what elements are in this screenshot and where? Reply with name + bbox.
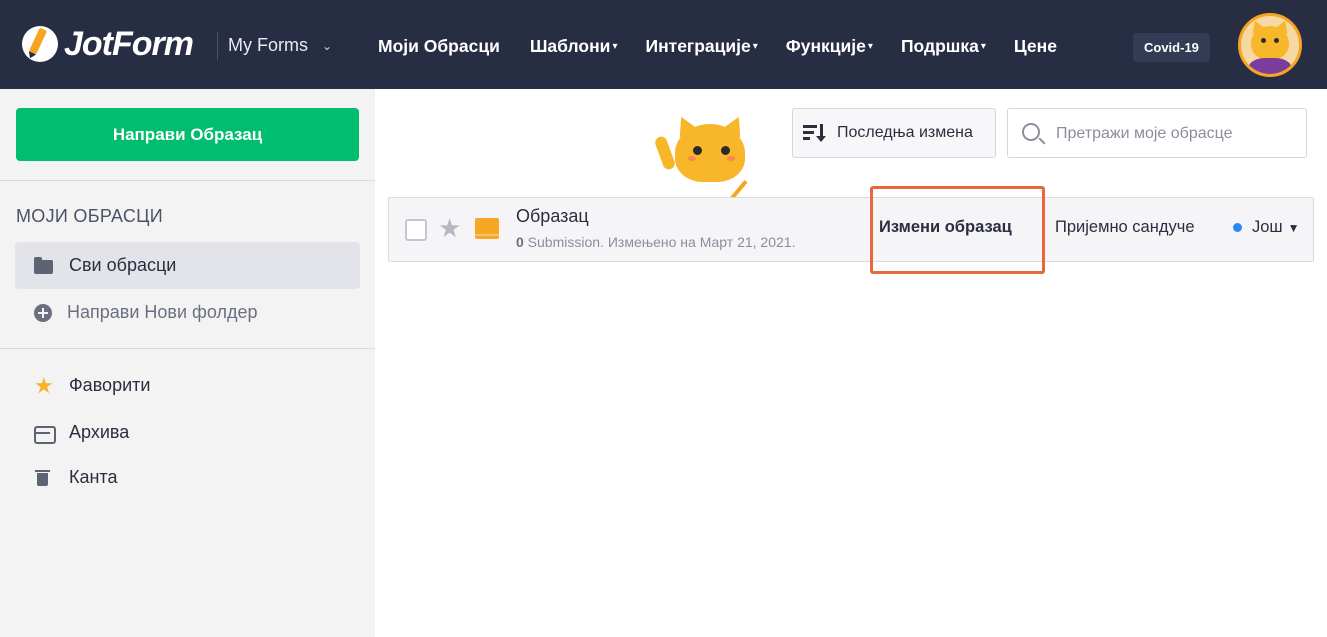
more-label: Још	[1252, 218, 1283, 236]
form-meta-text: Submission. Измењено на Март 21, 2021.	[523, 234, 796, 250]
plus-circle-icon	[34, 303, 52, 322]
sort-label: Последња измена	[837, 124, 973, 141]
sidebar-divider	[0, 348, 375, 349]
sidebar-item-label: Сви обрасци	[69, 255, 177, 275]
edit-button-highlight	[870, 186, 1045, 274]
sidebar-section-title: МОЈИ ОБРАСЦИ	[16, 206, 164, 226]
nav-item-templates[interactable]: Шаблони ▾	[530, 36, 618, 57]
nav-item-support[interactable]: Подршка ▾	[901, 36, 986, 57]
sidebar-item-new-folder[interactable]: Направи Нови фолдер	[15, 289, 360, 336]
caret-down-icon: ▾	[980, 41, 986, 52]
sidebar-item-label: Канта	[69, 467, 118, 487]
myforms-dropdown[interactable]: My Forms ⌄	[228, 35, 332, 56]
caret-down-icon: ▾	[752, 41, 758, 52]
sort-icon	[803, 122, 827, 144]
sidebar-item-label: Фаворити	[69, 375, 151, 395]
favorite-star-icon[interactable]: ★	[438, 215, 461, 241]
form-title[interactable]: Образац	[516, 206, 589, 227]
sidebar-item-trash[interactable]: Канта	[15, 454, 360, 501]
sidebar-divider	[0, 180, 375, 181]
sidebar-item-all-forms[interactable]: Сви обрасци	[15, 242, 360, 289]
star-icon: ★	[34, 372, 54, 398]
caret-down-icon: ▼	[1287, 220, 1300, 235]
nav-item-integrations[interactable]: Интеграције ▾	[645, 36, 757, 57]
trash-icon	[34, 468, 54, 488]
search-box	[1007, 108, 1307, 158]
form-icon	[475, 218, 499, 239]
create-form-button[interactable]: Направи Образац	[16, 108, 359, 161]
select-checkbox[interactable]	[405, 219, 427, 241]
pencil-logo-icon	[22, 26, 58, 62]
sidebar-item-label: Архива	[69, 422, 130, 442]
search-icon	[1022, 123, 1040, 141]
inbox-icon	[34, 423, 56, 444]
more-dropdown[interactable]: Још ▼	[1233, 218, 1300, 237]
caret-down-icon: ▾	[612, 41, 618, 52]
sidebar-item-favorites[interactable]: ★ Фаворити	[15, 362, 360, 409]
inbox-button[interactable]: Пријемно сандуче	[1055, 218, 1195, 237]
sidebar-item-label: Направи Нови фолдер	[67, 302, 258, 322]
top-nav-bar: JotForm My Forms ⌄ Моји Обрасци Шаблони ▾…	[0, 0, 1327, 89]
form-list-item[interactable]: ★ Образац 0 Submission. Измењено на Март…	[388, 197, 1314, 262]
nav-item-my-forms[interactable]: Моји Обрасци	[378, 36, 502, 57]
sidebar-item-archive[interactable]: Архива	[15, 409, 360, 456]
sidebar: Направи Образац МОЈИ ОБРАСЦИ Сви обрасци…	[0, 89, 375, 637]
search-input[interactable]	[1056, 121, 1296, 147]
folder-icon	[34, 256, 54, 276]
logo-text: JotForm	[64, 24, 194, 63]
caret-down-icon: ▾	[867, 41, 873, 52]
nav-divider	[217, 32, 218, 60]
chevron-down-icon: ⌄	[322, 38, 333, 53]
covid-badge[interactable]: Covid-19	[1133, 33, 1210, 62]
nav-item-pricing[interactable]: Цене	[1014, 36, 1059, 57]
main-nav: Моји Обрасци Шаблони ▾ Интеграције ▾ Функц…	[378, 36, 1087, 57]
podo-mascot-illustration	[653, 112, 765, 206]
form-meta: 0 Submission. Измењено на Март 21, 2021.	[516, 234, 795, 250]
nav-item-features[interactable]: Функције ▾	[786, 36, 873, 57]
jotform-logo[interactable]: JotForm	[22, 22, 194, 66]
submission-count: 0	[516, 234, 524, 250]
sort-button[interactable]: Последња измена	[792, 108, 996, 158]
user-avatar[interactable]	[1238, 13, 1302, 77]
status-dot-icon	[1233, 223, 1242, 232]
myforms-label: My Forms	[228, 35, 308, 55]
